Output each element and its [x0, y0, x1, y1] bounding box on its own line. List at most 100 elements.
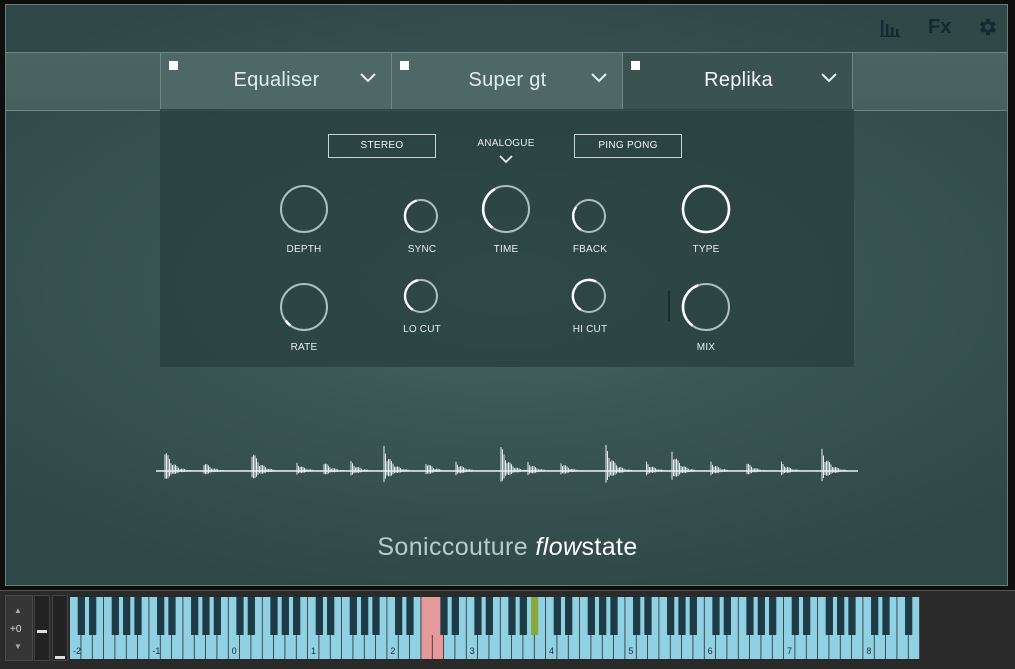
- ping-pong-button[interactable]: PING PONG: [574, 134, 682, 158]
- stereo-button[interactable]: STEREO: [328, 134, 436, 158]
- mix-divider: [668, 291, 670, 321]
- black-key: [293, 597, 301, 635]
- effect-slot-label: Super gt: [468, 69, 547, 91]
- chevron-down-icon[interactable]: [499, 155, 513, 165]
- product-logo: Soniccouture flowstate: [6, 533, 1009, 562]
- chevron-down-icon[interactable]: [820, 72, 838, 84]
- octave-label: 6: [708, 646, 713, 656]
- black-key: [848, 597, 856, 635]
- gear-icon[interactable]: [976, 16, 998, 43]
- mix-label: MIX: [696, 342, 716, 353]
- sync-label: SYNC: [407, 244, 437, 255]
- chevron-down-icon[interactable]: [590, 72, 608, 84]
- black-key: [689, 597, 697, 635]
- header-bar: Fx: [6, 5, 1007, 53]
- piano-keyboard[interactable]: -2 -1 0 1 2 3 4 5 6 7 8: [70, 597, 920, 659]
- mode-selector-label[interactable]: ANALOGUE: [466, 138, 546, 149]
- black-key: [213, 597, 221, 635]
- time-knob[interactable]: [480, 183, 532, 235]
- depth-knob[interactable]: [278, 183, 330, 235]
- octave-label: 1: [311, 646, 316, 656]
- black-key: [769, 597, 777, 635]
- black-key: [791, 597, 799, 635]
- black-key: [111, 597, 119, 635]
- sync-knob[interactable]: [402, 197, 440, 235]
- black-key: [474, 597, 482, 635]
- type-label: TYPE: [692, 244, 720, 255]
- lo-cut-knob[interactable]: [402, 277, 440, 315]
- rate-knob[interactable]: [278, 281, 330, 333]
- mix-knob[interactable]: [680, 281, 732, 333]
- octave-shift-control[interactable]: ▲ +0 ▼: [5, 595, 33, 661]
- black-key: [531, 597, 539, 635]
- black-key: [599, 597, 607, 635]
- time-label: TIME: [493, 244, 519, 255]
- depth-label: DEPTH: [286, 244, 322, 255]
- fback-knob[interactable]: [570, 197, 608, 235]
- effect-slot-strip: Equaliser Super gt Replika: [6, 52, 1007, 111]
- octave-label: 7: [787, 646, 792, 656]
- product-name-b: state: [581, 533, 638, 561]
- octave-label: 3: [470, 646, 475, 656]
- octave-label: 5: [628, 646, 633, 656]
- octave-label: 4: [549, 646, 554, 656]
- black-key: [315, 597, 323, 635]
- black-key: [485, 597, 493, 635]
- black-key: [429, 597, 437, 635]
- black-key: [123, 597, 131, 635]
- main-panel: Fx Equaliser Super gt Replika STEREO ANA…: [5, 4, 1008, 586]
- black-key: [712, 597, 720, 635]
- effect-slot-super-gt[interactable]: Super gt: [391, 53, 622, 109]
- black-key: [247, 597, 255, 635]
- black-key: [825, 597, 833, 635]
- mod-wheel[interactable]: [34, 595, 50, 661]
- type-knob[interactable]: [680, 183, 732, 235]
- octave-up-icon[interactable]: ▲: [14, 606, 22, 615]
- mixer-bars-icon[interactable]: [880, 18, 902, 43]
- waveform-display: [156, 445, 858, 483]
- black-key: [553, 597, 561, 635]
- black-key: [77, 597, 85, 635]
- fx-button[interactable]: Fx: [928, 16, 951, 39]
- octave-value: +0: [10, 624, 22, 635]
- black-key: [837, 597, 845, 635]
- black-key: [757, 597, 765, 635]
- effect-slot-label: Equaliser: [233, 69, 320, 91]
- black-key: [905, 597, 913, 635]
- black-key: [361, 597, 369, 635]
- octave-label: -1: [152, 646, 160, 656]
- octave-down-icon[interactable]: ▼: [14, 642, 22, 651]
- lo-cut-label: LO CUT: [403, 324, 441, 335]
- hi-cut-label: HI CUT: [572, 324, 608, 335]
- black-key: [236, 597, 244, 635]
- product-name-a: flow: [535, 533, 582, 561]
- rate-label: RATE: [290, 342, 318, 353]
- effect-slot-equaliser[interactable]: Equaliser: [160, 53, 391, 109]
- black-key: [803, 597, 811, 635]
- hi-cut-knob[interactable]: [570, 277, 608, 315]
- black-key: [508, 597, 516, 635]
- black-key: [349, 597, 357, 635]
- pitch-wheel[interactable]: [52, 595, 68, 661]
- octave-label: 8: [866, 646, 871, 656]
- app-window: Fx Equaliser Super gt Replika STEREO ANA…: [0, 0, 1015, 669]
- black-key: [406, 597, 414, 635]
- fback-label: FBACK: [572, 244, 608, 255]
- black-key: [202, 597, 210, 635]
- black-key: [565, 597, 573, 635]
- effect-slot-replika[interactable]: Replika: [622, 53, 853, 109]
- black-key: [882, 597, 890, 635]
- black-key: [587, 597, 595, 635]
- chevron-down-icon[interactable]: [359, 72, 377, 84]
- black-key: [451, 597, 459, 635]
- octave-label: -2: [73, 646, 81, 656]
- black-key: [157, 597, 165, 635]
- black-key: [678, 597, 686, 635]
- black-key: [644, 597, 652, 635]
- black-key: [168, 597, 176, 635]
- black-key: [395, 597, 403, 635]
- black-key: [667, 597, 675, 635]
- black-key: [327, 597, 335, 635]
- waveform-trace: [156, 445, 857, 483]
- black-key: [440, 597, 448, 635]
